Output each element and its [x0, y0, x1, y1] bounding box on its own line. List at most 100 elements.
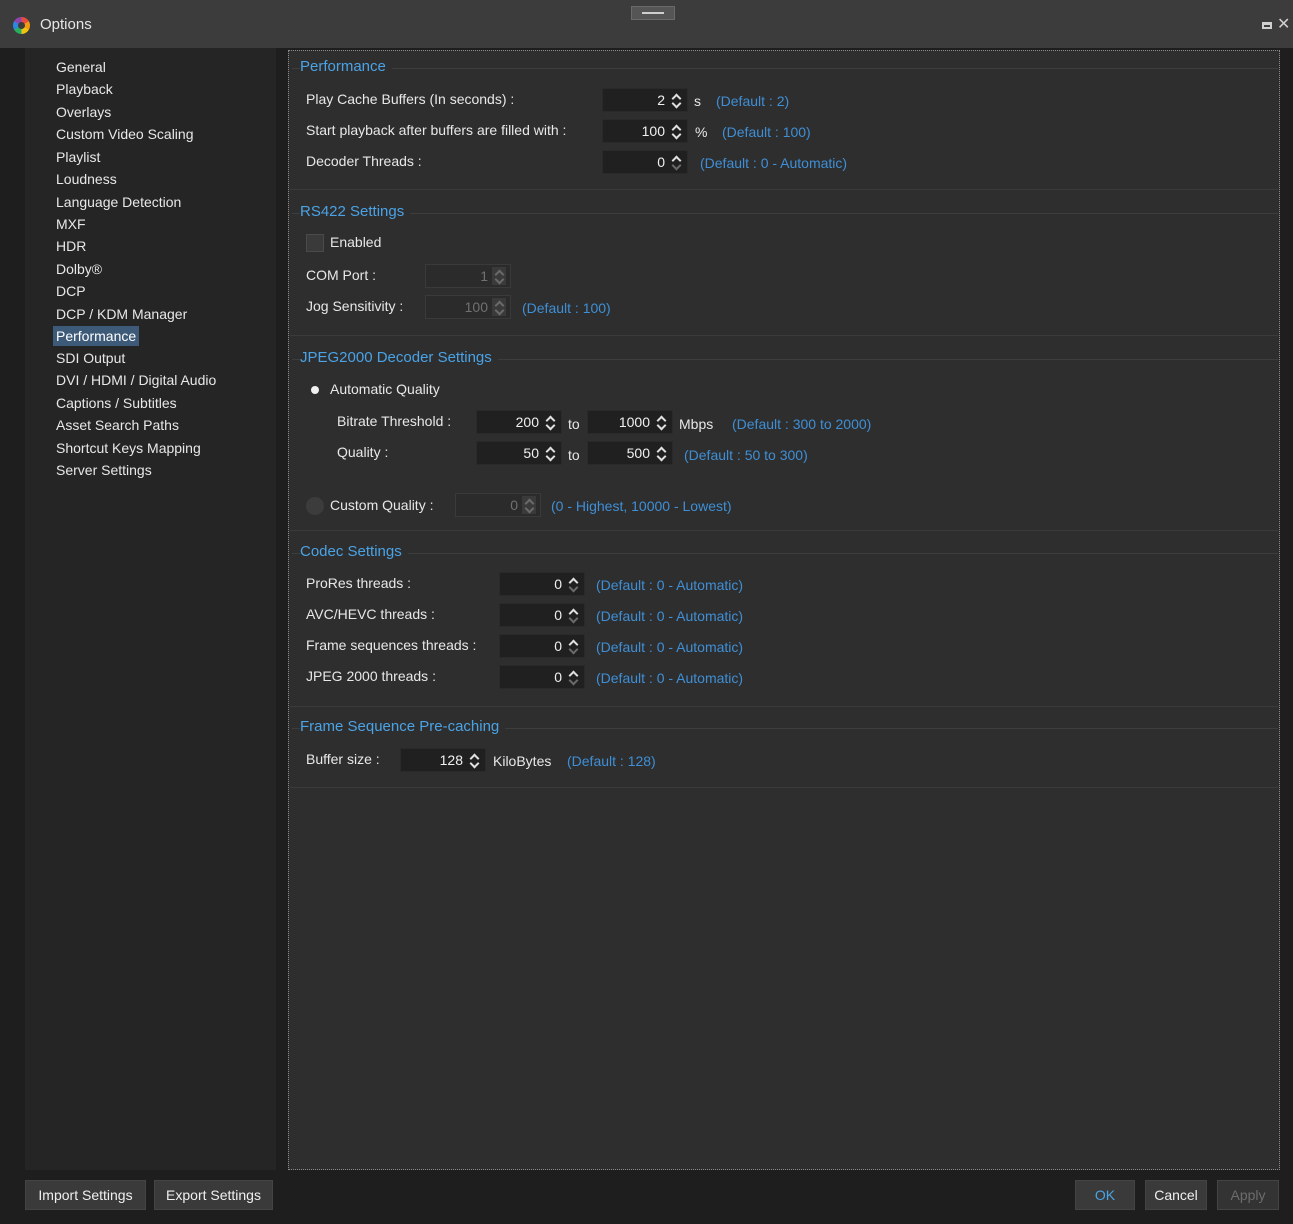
jog-sensitivity-spinbox[interactable]: 100	[425, 295, 511, 319]
jpeg2000-threads-default: (Default : 0 - Automatic)	[596, 670, 744, 686]
sidebar-item-sdi-output[interactable]: SDI Output	[53, 348, 128, 368]
sidebar-item-performance[interactable]: Performance	[53, 326, 140, 346]
jpeg2000-threads-spinbox[interactable]: 0	[499, 665, 585, 689]
buffer-size-spinbox[interactable]: 128	[400, 748, 486, 772]
decoder-threads-label: Decoder Threads :	[306, 153, 422, 169]
start-playback-label: Start playback after buffers are filled …	[306, 122, 567, 138]
avc-hevc-threads-default: (Default : 0 - Automatic)	[596, 608, 744, 624]
quality-min-spinbox[interactable]: 50	[476, 441, 562, 465]
decrement-icon[interactable]	[544, 454, 556, 462]
decrement-icon[interactable]	[544, 423, 556, 431]
sidebar-item-custom-video-scaling[interactable]: Custom Video Scaling	[53, 124, 196, 144]
decrement-icon[interactable]	[493, 277, 505, 285]
options-category-list: General Playback Overlays Custom Video S…	[25, 48, 276, 1170]
start-playback-spinbox[interactable]: 100	[602, 119, 688, 143]
import-settings-button[interactable]: Import Settings	[25, 1180, 146, 1210]
decrement-icon[interactable]	[567, 647, 579, 655]
decrement-icon[interactable]	[655, 454, 667, 462]
play-cache-unit: s	[694, 93, 701, 109]
apply-button[interactable]: Apply	[1217, 1180, 1279, 1210]
cancel-button[interactable]: Cancel	[1145, 1180, 1207, 1210]
sidebar-item-dvi-hdmi-digital-audio[interactable]: DVI / HDMI / Digital Audio	[53, 370, 219, 390]
start-playback-default: (Default : 100)	[722, 124, 811, 140]
frame-sequences-threads-default: (Default : 0 - Automatic)	[596, 639, 744, 655]
quality-label: Quality :	[337, 444, 389, 460]
precache-section: Frame Sequence Pre-caching Buffer size :…	[290, 708, 1278, 788]
jog-sensitivity-default: (Default : 100)	[522, 300, 611, 316]
buffer-size-label: Buffer size :	[306, 751, 380, 767]
automatic-quality-label: Automatic Quality	[330, 381, 440, 397]
sidebar-item-dcp[interactable]: DCP	[53, 281, 89, 301]
app-logo-icon	[13, 17, 30, 34]
decrement-icon[interactable]	[670, 101, 682, 109]
bitrate-threshold-label: Bitrate Threshold :	[337, 413, 452, 429]
drag-handle[interactable]	[631, 6, 675, 20]
rs422-title: RS422 Settings	[300, 203, 411, 220]
ok-button[interactable]: OK	[1075, 1180, 1135, 1210]
jpeg2000-title: JPEG2000 Decoder Settings	[300, 349, 498, 366]
close-icon[interactable]: ✕	[1277, 15, 1290, 35]
sidebar-item-dcp-kdm-manager[interactable]: DCP / KDM Manager	[53, 304, 190, 324]
decrement-icon[interactable]	[523, 506, 535, 514]
prores-threads-spinbox[interactable]: 0	[499, 572, 585, 596]
play-cache-spinbox[interactable]: 2	[602, 88, 688, 112]
bitrate-unit: Mbps	[679, 416, 714, 432]
sidebar-item-shortcut-keys-mapping[interactable]: Shortcut Keys Mapping	[53, 438, 204, 458]
sidebar-item-hdr[interactable]: HDR	[53, 236, 89, 256]
play-cache-default: (Default : 2)	[716, 93, 790, 109]
sidebar-item-general[interactable]: General	[53, 57, 109, 77]
sidebar-item-dolby[interactable]: Dolby®	[53, 259, 105, 279]
start-playback-unit: %	[695, 124, 708, 140]
avc-hevc-threads-spinbox[interactable]: 0	[499, 603, 585, 627]
sidebar-item-playlist[interactable]: Playlist	[53, 147, 103, 167]
sidebar-item-server-settings[interactable]: Server Settings	[53, 460, 155, 480]
jpeg2000-threads-label: JPEG 2000 threads :	[306, 668, 436, 684]
com-port-label: COM Port :	[306, 267, 377, 283]
decoder-threads-default: (Default : 0 - Automatic)	[700, 155, 848, 171]
sidebar-item-playback[interactable]: Playback	[53, 79, 116, 99]
restore-icon[interactable]	[1262, 22, 1272, 29]
bitrate-max-spinbox[interactable]: 1000	[587, 410, 673, 434]
buffer-size-default: (Default : 128)	[567, 753, 656, 769]
frame-sequences-threads-spinbox[interactable]: 0	[499, 634, 585, 658]
codec-title: Codec Settings	[300, 543, 408, 560]
rs422-enabled-checkbox[interactable]	[306, 234, 324, 252]
sidebar-item-loudness[interactable]: Loudness	[53, 169, 120, 189]
bitrate-to-label: to	[568, 416, 580, 432]
title-bar: Options ✕	[0, 0, 1293, 48]
sidebar-item-asset-search-paths[interactable]: Asset Search Paths	[53, 415, 182, 435]
decrement-icon[interactable]	[567, 678, 579, 686]
play-cache-label: Play Cache Buffers (In seconds) :	[306, 91, 515, 107]
quality-to-label: to	[568, 447, 580, 463]
jog-sensitivity-label: Jog Sensitivity :	[306, 298, 404, 314]
bitrate-min-spinbox[interactable]: 200	[476, 410, 562, 434]
sidebar-item-mxf[interactable]: MXF	[53, 214, 89, 234]
decrement-icon[interactable]	[670, 132, 682, 140]
window-title: Options	[40, 16, 92, 33]
export-settings-button[interactable]: Export Settings	[154, 1180, 273, 1210]
sidebar-item-captions-subtitles[interactable]: Captions / Subtitles	[53, 393, 180, 413]
automatic-quality-radio[interactable]	[306, 381, 324, 399]
decrement-icon[interactable]	[468, 761, 480, 769]
sidebar-item-overlays[interactable]: Overlays	[53, 102, 114, 122]
frame-sequences-threads-label: Frame sequences threads :	[306, 637, 477, 653]
custom-quality-label: Custom Quality :	[330, 497, 434, 513]
sidebar-item-language-detection[interactable]: Language Detection	[53, 192, 184, 212]
avc-hevc-threads-label: AVC/HEVC threads :	[306, 606, 435, 622]
decrement-icon[interactable]	[567, 585, 579, 593]
quality-max-spinbox[interactable]: 500	[587, 441, 673, 465]
decoder-threads-spinbox[interactable]: 0	[602, 150, 688, 174]
custom-quality-radio[interactable]	[306, 497, 324, 515]
decrement-icon[interactable]	[670, 163, 682, 171]
quality-default: (Default : 50 to 300)	[684, 447, 808, 463]
custom-quality-spinbox[interactable]: 0	[455, 493, 541, 517]
com-port-spinbox[interactable]: 1	[425, 264, 511, 288]
codec-section: Codec Settings ProRes threads : 0 (Defau…	[290, 532, 1278, 707]
decrement-icon[interactable]	[493, 308, 505, 316]
decrement-icon[interactable]	[655, 423, 667, 431]
decrement-icon[interactable]	[567, 616, 579, 624]
precache-title: Frame Sequence Pre-caching	[300, 718, 506, 735]
performance-section: Performance Play Cache Buffers (In secon…	[290, 51, 1278, 190]
prores-threads-default: (Default : 0 - Automatic)	[596, 577, 744, 593]
buffer-size-unit: KiloBytes	[493, 753, 552, 769]
